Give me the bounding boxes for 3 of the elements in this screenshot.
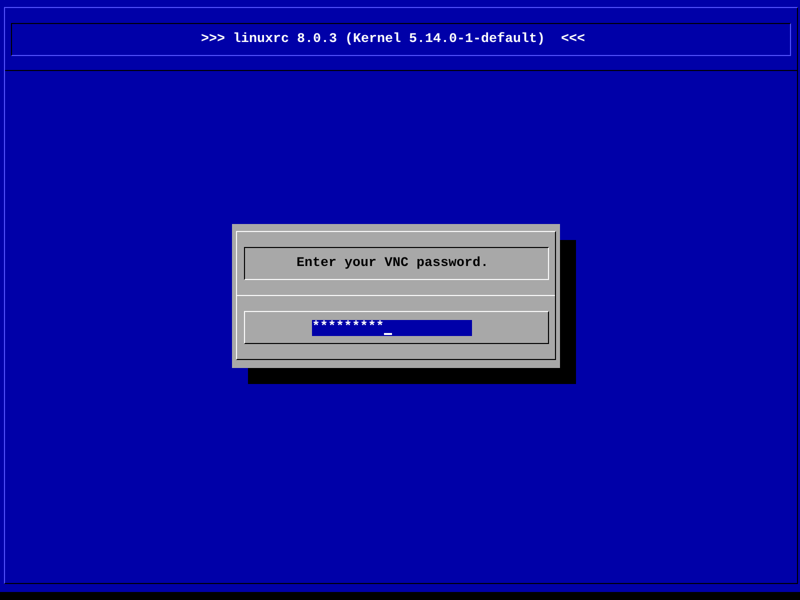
password-field[interactable]: ********* bbox=[312, 320, 472, 336]
message-text: Enter your VNC password. bbox=[296, 256, 488, 272]
header-title: >>> linuxrc 8.0.3 (Kernel 5.14.0-1-default) <<< bbox=[201, 32, 585, 48]
